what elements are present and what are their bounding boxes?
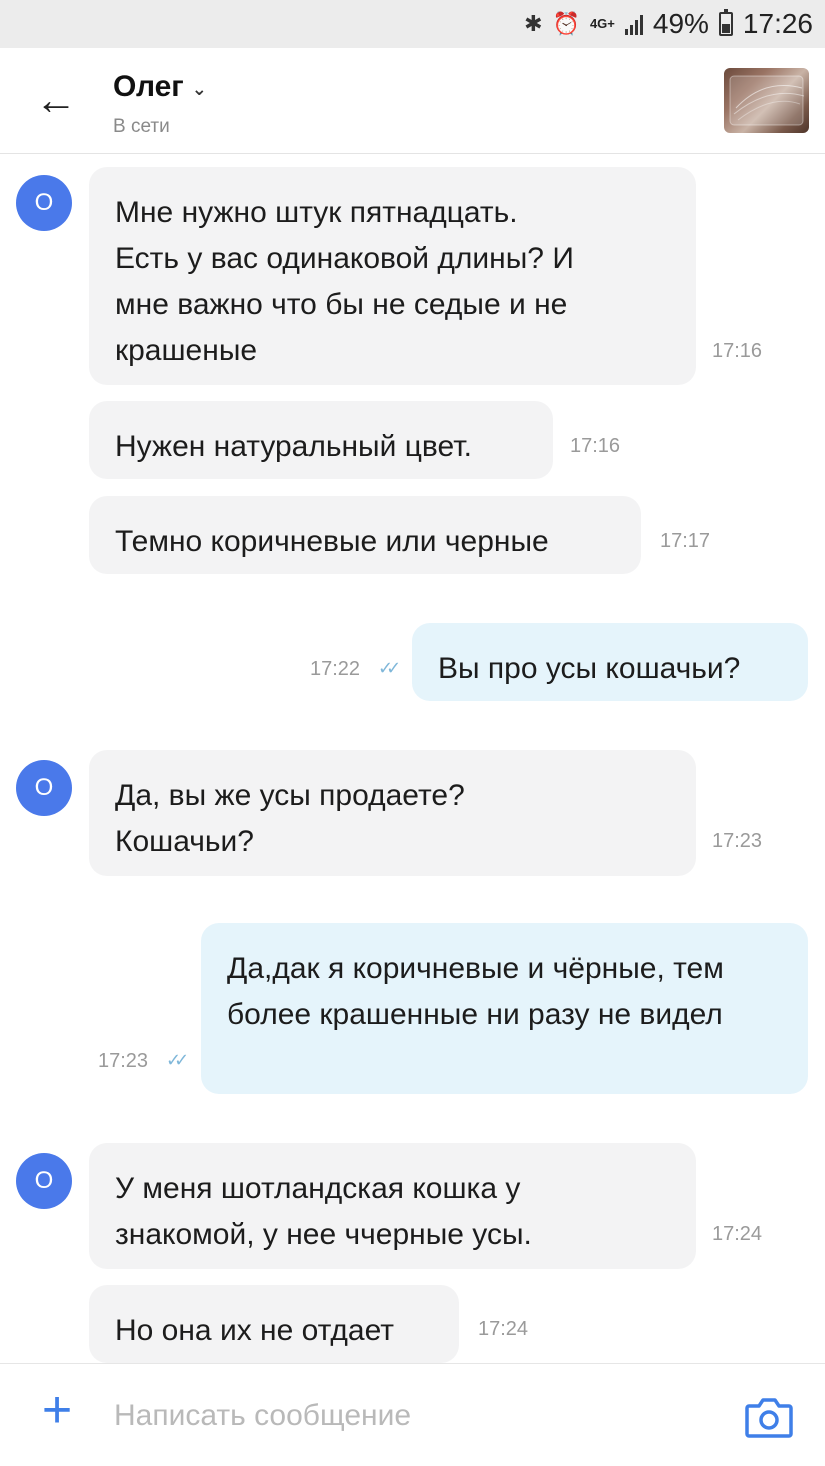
message-time: 17:23 <box>712 830 763 852</box>
message-time: 17:22 <box>310 658 361 680</box>
contact-name-button[interactable]: Олег ⌄ <box>113 70 207 104</box>
message-bubble[interactable]: Да, вы же усы продаете? Кошачьи? <box>89 750 696 876</box>
message-composer: + <box>0 1363 825 1466</box>
message-time: 17:23 <box>98 1050 149 1072</box>
status-bar: ✱ ⏰ 4G+ 49% 17:26 <box>0 0 825 48</box>
message-input[interactable] <box>114 1394 714 1438</box>
message-time: 17:16 <box>712 340 763 362</box>
message-bubble[interactable]: Вы про усы кошачьи? <box>412 623 808 701</box>
message-text: Но она их не отдает <box>115 1314 395 1347</box>
message-time: 17:24 <box>478 1318 529 1340</box>
plus-icon[interactable]: + <box>36 1384 78 1436</box>
contact-status: В сети <box>113 116 170 137</box>
message-text: Темно коричневые или черные <box>115 525 549 558</box>
chevron-down-icon: ⌄ <box>191 78 207 99</box>
battery-percent: 49% <box>652 8 709 39</box>
message-text: Вы про усы кошачьи? <box>438 652 741 685</box>
message-bubble[interactable]: Темно коричневые или черные <box>89 496 641 574</box>
message-text: У меня шотландская кошка у знакомой, у н… <box>115 1172 532 1251</box>
camera-icon[interactable] <box>745 1396 793 1438</box>
signal-icon <box>624 13 643 35</box>
message-bubble[interactable]: Мне нужно штук пятнадцать. Есть у вас од… <box>89 167 696 385</box>
listing-image <box>729 75 805 126</box>
avatar[interactable]: О <box>16 1153 72 1209</box>
avatar[interactable]: О <box>16 175 72 231</box>
arrow-left-icon[interactable]: ← <box>32 78 80 126</box>
network-type: 4G+ <box>589 16 615 31</box>
read-check-icon: ✓✓ <box>378 658 401 678</box>
message-text: Нужен натуральный цвет. <box>115 430 472 463</box>
chat-header: ← Олег ⌄ В сети <box>0 48 825 154</box>
message-time: 17:17 <box>660 530 711 552</box>
message-text: Мне нужно штук пятнадцать. Есть у вас од… <box>115 196 574 367</box>
alarm-icon: ⏰ <box>552 11 580 36</box>
read-check-icon: ✓✓ <box>166 1050 189 1070</box>
listing-thumbnail[interactable] <box>724 68 809 133</box>
message-time: 17:16 <box>570 435 621 457</box>
message-bubble[interactable]: У меня шотландская кошка у знакомой, у н… <box>89 1143 696 1269</box>
contact-name: Олег <box>113 70 184 103</box>
avatar[interactable]: О <box>16 760 72 816</box>
message-bubble[interactable]: Но она их не отдает <box>89 1285 459 1363</box>
message-text: Да, вы же усы продаете? Кошачьи? <box>115 779 465 858</box>
message-bubble[interactable]: Нужен натуральный цвет. <box>89 401 553 479</box>
message-list[interactable]: О Мне нужно штук пятнадцать. Есть у вас … <box>0 155 825 1363</box>
message-text: Да,дак я коричневые и чёрные, тем более … <box>227 952 724 1031</box>
message-time: 17:24 <box>712 1223 763 1245</box>
bluetooth-icon: ✱ <box>524 11 543 36</box>
battery-icon <box>718 9 733 36</box>
clock: 17:26 <box>742 8 813 39</box>
message-bubble[interactable]: Да,дак я коричневые и чёрные, тем более … <box>201 923 808 1094</box>
